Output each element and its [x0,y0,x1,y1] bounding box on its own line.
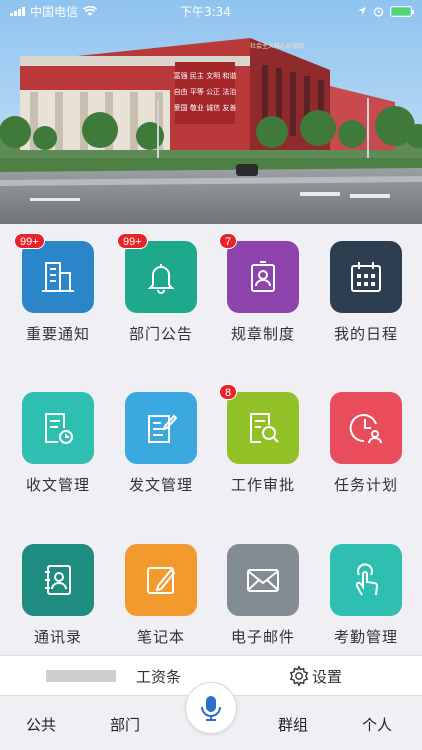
tab-personal[interactable]: 个人 [362,714,392,735]
location-arrow-icon [358,7,366,15]
banner-image[interactable]: 富强 民主 文明 和谐 自由 平等 公正 法治 爱国 敬业 诚信 友善 社会主义… [0,0,422,224]
banner-roof-text: 社会主义核心价值观 [250,42,304,50]
tile-label: 收文管理 [25,476,90,494]
status-time: 下午3:34 [180,4,231,19]
tile-notebook[interactable]: 笔记本 [109,544,213,647]
salary-placeholder-bar [46,670,116,682]
tile-department-announcement[interactable]: 99+ 部门公告 [109,233,213,344]
work-approval-button[interactable]: 8 [219,384,299,464]
gear-icon [289,665,309,687]
settings-label: 设置 [312,667,343,686]
badge-id-icon [251,261,275,292]
doc-clock-icon [45,413,73,444]
tab-group[interactable]: 群组 [278,714,308,735]
tile-contacts[interactable]: 通讯录 [6,544,110,647]
incoming-docs-button[interactable] [22,392,94,464]
bottom-tab-bar: 公共 部门 群组 个人 [0,682,422,750]
banner-sign-line-2: 自由 平等 公正 法治 [174,87,237,96]
unread-badge: 8 [219,384,238,400]
doc-edit-icon [148,414,178,443]
tile-attendance[interactable]: 考勤管理 [314,544,418,647]
department-announcement-button[interactable]: 99+ [117,233,197,313]
tile-incoming-docs[interactable]: 收文管理 [6,392,110,495]
contacts-icon [45,565,71,595]
banner-sign-line-3: 爱国 敬业 诚信 友善 [174,103,237,112]
bell-icon [147,264,175,294]
tile-work-approval[interactable]: 8 工作审批 [211,384,315,495]
clock-person-icon [349,414,382,444]
unread-badge: 7 [219,233,238,249]
tile-task-plan[interactable]: 任务计划 [314,392,418,495]
tile-my-schedule[interactable]: 我的日程 [314,241,418,344]
tile-label: 工作审批 [230,476,295,494]
tile-label: 部门公告 [128,325,193,343]
tile-label: 通讯录 [33,628,82,646]
calendar-icon [351,262,381,292]
voice-input-button[interactable] [185,682,237,734]
wifi-icon [83,5,98,16]
tab-department[interactable]: 部门 [110,714,140,735]
outgoing-docs-button[interactable] [125,392,197,464]
tab-public[interactable]: 公共 [26,714,56,735]
tile-label: 任务计划 [333,476,398,494]
email-button[interactable] [227,544,299,616]
tile-regulations[interactable]: 7 规章制度 [211,233,315,344]
tile-label: 重要通知 [25,325,90,343]
tile-label: 考勤管理 [333,628,398,646]
building-icon [42,262,74,292]
doc-search-icon [250,413,279,443]
alarm-icon [373,6,384,17]
tile-label: 规章制度 [230,325,295,343]
contacts-button[interactable] [22,544,94,616]
function-grid: 99+ 重要通知 99+ 部门公告 7 规章制度 我的日程 收文管理 发文管理 … [0,224,422,656]
unread-badge: 99+ [117,233,148,249]
salary-slip-link[interactable]: 工资条 [136,666,181,687]
battery-icon [390,5,414,17]
my-schedule-button[interactable] [330,241,402,313]
tile-important-notice[interactable]: 99+ 重要通知 [6,233,110,344]
notebook-button[interactable] [125,544,197,616]
touch-icon [355,563,379,596]
mail-icon [247,569,279,592]
regulations-button[interactable]: 7 [219,233,299,313]
tile-label: 电子邮件 [230,628,295,646]
tile-label: 发文管理 [128,476,193,494]
note-edit-icon [147,567,176,594]
tile-outgoing-docs[interactable]: 发文管理 [109,392,213,495]
status-bar: 中国电信 下午3:34 [0,0,422,22]
banner-sign-line-1: 富强 民主 文明 和谐 [174,71,237,80]
signal-icon [10,6,25,16]
attendance-button[interactable] [330,544,402,616]
tile-label: 我的日程 [333,325,398,343]
tile-label: 笔记本 [136,628,185,646]
tile-email[interactable]: 电子邮件 [211,544,315,647]
important-notice-button[interactable]: 99+ [14,233,94,313]
settings-button[interactable]: 设置 [288,665,342,687]
carrier-label: 中国电信 [30,4,79,19]
task-plan-button[interactable] [330,392,402,464]
microphone-icon [201,696,221,721]
unread-badge: 99+ [14,233,45,249]
